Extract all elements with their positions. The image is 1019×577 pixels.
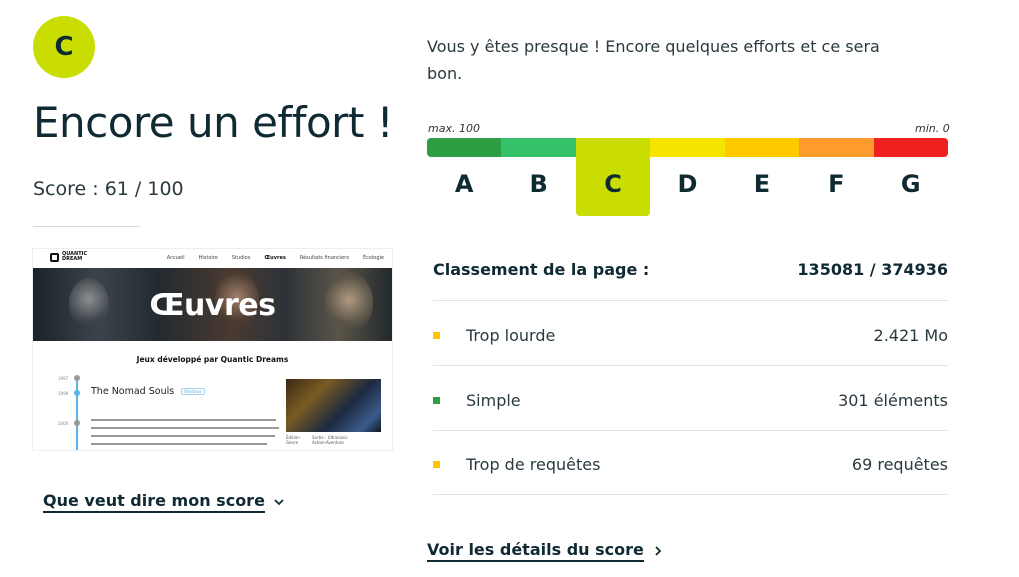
scale-segment-g [873,138,948,157]
chevron-down-icon [274,499,284,506]
thumbnail-logo-text: QUANTIC DREAM [62,252,102,262]
metric-label: Trop de requêtes [466,454,601,474]
page-title: Encore un effort ! [33,98,394,147]
metric-divider [433,365,948,366]
score-text: Score : 61 / 100 [33,178,184,200]
grade-letter-g: G [900,170,921,198]
thumbnail-nav: QUANTIC DREAM Accueil Histoire Studios Œuvr… [33,249,392,268]
ranking-value: 135081 / 374936 [797,260,948,279]
thumbnail-meta-right: Sortie : Ultrasonic Action-Aventure [312,435,348,445]
thumbnail-banner-title: Œuvres [149,288,276,323]
quantic-dream-logo-icon [50,253,59,262]
thumbnail-nav-item: Écologie [362,255,384,261]
metric-row-weight: Trop lourde 2.421 Mo [433,320,948,350]
score-details-link[interactable]: Voir les détails du score [427,540,664,562]
metric-divider [433,300,948,301]
logo-line-2: DREAM [62,256,83,262]
page-ranking: Classement de la page : 135081 / 374936 [433,260,948,279]
metric-row-elements: Simple 301 éléments [433,385,948,415]
thumbnail-nav-item: Studios [231,255,251,261]
timeline-dot [74,420,80,426]
metric-label: Trop lourde [466,325,556,345]
thumbnail-text-line [91,435,275,437]
timeline-year: 1999 [58,391,69,396]
thumbnail-nav-item: Résultats financiers [299,255,349,261]
thumbnail-nav-item: Accueil [166,255,185,261]
scale-segment-a [427,138,502,157]
timeline-year: 1997 [58,376,69,381]
grade-scale-bar [427,138,948,157]
score-divider [33,226,140,227]
scale-segment-b [501,138,576,157]
thumbnail-timeline [76,377,78,450]
metric-value: 301 éléments [838,390,948,410]
grade-letters: A B C D E F G [427,170,948,210]
scale-segment-d [650,138,725,157]
grade-letter-c: C [604,170,622,198]
metric-status-dot [433,396,440,404]
scale-min-label: min. 0 [915,122,950,135]
thumbnail-text-line [91,443,267,445]
timeline-dot-active [74,390,80,396]
metric-status-dot [433,331,440,339]
score-details-label: Voir les détails du score [427,540,644,562]
thumbnail-game-title: The Nomad Souls [91,386,175,397]
score-meaning-link[interactable]: Que veut dire mon score [43,491,285,513]
metric-row-requests: Trop de requêtes 69 requêtes [433,449,948,479]
thumbnail-menu: Accueil Histoire Studios Œuvres Résultats fi… [167,255,384,261]
metric-status-dot [433,460,440,468]
grade-badge-letter: C [54,32,74,62]
grade-letter-a: A [454,170,474,198]
metric-value: 69 requêtes [851,454,948,474]
page-screenshot-thumbnail: QUANTIC DREAM Accueil Histoire Studios Œuvr… [33,249,392,450]
grade-letter-d: D [677,170,698,198]
thumbnail-nav-item: Histoire [198,255,218,261]
score-meaning-label: Que veut dire mon score [43,491,265,513]
scale-segment-e [724,138,800,157]
thumbnail-game-image [286,379,381,432]
thumbnail-text-line [91,427,279,429]
scale-max-label: max. 100 [428,122,480,135]
grade-letter-b: B [529,170,548,198]
timeline-year: 2000 [58,421,69,426]
thumbnail-nav-item: Œuvres [264,255,286,261]
scale-segment-f [799,138,874,157]
score-message: Vous y êtes presque ! Encore quelques ef… [427,37,880,83]
grade-letter-e: E [753,170,771,198]
grade-letter-f: F [828,170,845,198]
thumbnail-game-tag: Windows [181,388,205,395]
metric-value: 2.421 Mo [873,325,948,345]
thumbnail-text-line [91,419,276,421]
chevron-right-icon [655,546,662,556]
grade-badge: C [33,16,95,78]
metric-label: Simple [466,390,521,410]
metric-divider [433,494,948,495]
thumbnail-banner: Œuvres [33,268,392,341]
timeline-dot [74,375,80,381]
thumbnail-subtitle: Jeux développé par Quantic Dreams [136,355,289,364]
thumbnail-meta-left: Édition Genre [286,435,300,445]
ranking-label: Classement de la page : [433,260,650,279]
metric-divider [433,430,948,431]
